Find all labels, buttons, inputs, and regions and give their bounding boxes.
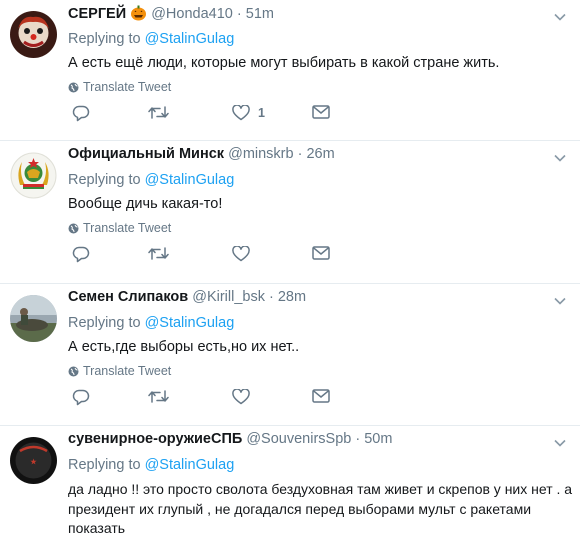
mention-link[interactable]: @StalinGulag (145, 31, 235, 47)
separator-dot: · (236, 6, 242, 22)
retweet-icon (148, 247, 169, 260)
avatar[interactable]: ★ (10, 437, 57, 484)
tweet-header: Семен Слипаков @Kirill_bsk · 28m (68, 288, 306, 306)
timestamp[interactable]: 26m (306, 146, 334, 162)
reply-button[interactable] (72, 389, 90, 406)
direct-message-button[interactable] (312, 246, 330, 260)
tweet-header: Официальный Минск @minskrb · 26m (68, 145, 335, 163)
avatar[interactable] (10, 295, 57, 342)
chevron-down-icon[interactable] (554, 434, 566, 452)
envelope-icon (312, 246, 330, 260)
tweet-text: А есть ещё люди, которые могут выбирать … (68, 55, 500, 71)
tweet-header: СЕРГЕЙ @Honda410 · 51m (68, 4, 274, 26)
tweet-text: А есть,где выборы есть,но их нет.. (68, 339, 300, 355)
retweet-icon (148, 106, 169, 119)
display-name[interactable]: Семен Слипаков (68, 289, 188, 305)
separator-dot: · (355, 431, 361, 447)
retweet-button[interactable] (148, 105, 169, 120)
tweet[interactable]: ★ сувенирное-оружиеСПБ @SouvenirsSpb · 5… (0, 426, 580, 541)
user-handle[interactable]: @minskrb (228, 146, 293, 162)
tweet-header: сувенирное-оружиеСПБ @SouvenirsSpb · 50m (68, 430, 392, 448)
translate-tweet-link[interactable]: Translate Tweet (68, 80, 171, 94)
globe-icon (68, 223, 79, 233)
envelope-icon (312, 389, 330, 403)
replying-to-label: Replying to (68, 315, 141, 331)
timestamp[interactable]: 50m (364, 431, 392, 447)
heart-icon (232, 246, 250, 262)
like-button[interactable] (232, 389, 250, 405)
direct-message-button[interactable] (312, 389, 330, 403)
replying-to-label: Replying to (68, 31, 141, 47)
chevron-down-icon[interactable] (554, 149, 566, 167)
heart-icon (232, 105, 250, 121)
translate-tweet-link[interactable]: Translate Tweet (68, 221, 171, 235)
retweet-button[interactable] (148, 246, 169, 261)
globe-icon (68, 82, 79, 92)
tweet-text: Вообще дичь какая-то! (68, 196, 223, 212)
like-button[interactable] (232, 246, 250, 262)
tweet-actions (68, 389, 368, 409)
separator-dot: · (268, 289, 274, 305)
user-handle[interactable]: @SouvenirsSpb (246, 431, 351, 447)
mention-link[interactable]: @StalinGulag (145, 457, 235, 473)
tweet-text: да ладно !! это просто сволота бездуховн… (68, 481, 573, 536)
replying-to: Replying to @StalinGulag (68, 315, 234, 331)
tweet-actions (68, 246, 368, 266)
globe-icon (68, 366, 79, 376)
translate-label: Translate Tweet (83, 221, 172, 235)
translate-label: Translate Tweet (83, 80, 172, 94)
heart-icon (232, 389, 250, 405)
replying-to-label: Replying to (68, 172, 141, 188)
tweet[interactable]: Официальный Минск @minskrb · 26m Replyin… (0, 141, 580, 284)
timestamp[interactable]: 28m (278, 289, 306, 305)
retweet-button[interactable] (148, 389, 169, 404)
display-name[interactable]: СЕРГЕЙ (68, 6, 126, 22)
separator-dot: · (297, 146, 303, 162)
replying-to-label: Replying to (68, 457, 141, 473)
replying-to: Replying to @StalinGulag (68, 172, 234, 188)
display-name[interactable]: сувенирное-оружиеСПБ (68, 431, 242, 447)
timestamp[interactable]: 51m (246, 6, 274, 22)
replying-to: Replying to @StalinGulag (68, 457, 234, 473)
replying-to: Replying to @StalinGulag (68, 31, 234, 47)
svg-text:★: ★ (30, 458, 37, 466)
envelope-icon (312, 105, 330, 119)
user-handle[interactable]: @Honda410 (151, 6, 233, 22)
chevron-down-icon[interactable] (554, 292, 566, 310)
reply-icon (72, 105, 90, 122)
reply-icon (72, 246, 90, 263)
like-count: 1 (258, 106, 265, 120)
user-handle[interactable]: @Kirill_bsk (192, 289, 265, 305)
like-button[interactable]: 1 (232, 105, 265, 121)
jack-o-lantern-icon (130, 4, 147, 26)
direct-message-button[interactable] (312, 105, 330, 119)
mention-link[interactable]: @StalinGulag (145, 315, 235, 331)
tweet[interactable]: Семен Слипаков @Kirill_bsk · 28m Replyin… (0, 284, 580, 426)
translate-tweet-link[interactable]: Translate Tweet (68, 364, 171, 378)
reply-icon (72, 389, 90, 406)
avatar[interactable] (10, 11, 57, 58)
tweet[interactable]: СЕРГЕЙ @Honda410 · 51m Replying to @Stal… (0, 0, 580, 141)
avatar[interactable] (10, 152, 57, 199)
translate-label: Translate Tweet (83, 364, 172, 378)
display-name[interactable]: Официальный Минск (68, 146, 224, 162)
tweet-actions: 1 (68, 105, 368, 125)
reply-button[interactable] (72, 105, 90, 122)
mention-link[interactable]: @StalinGulag (145, 172, 235, 188)
chevron-down-icon[interactable] (554, 8, 566, 26)
reply-button[interactable] (72, 246, 90, 263)
retweet-icon (148, 390, 169, 403)
